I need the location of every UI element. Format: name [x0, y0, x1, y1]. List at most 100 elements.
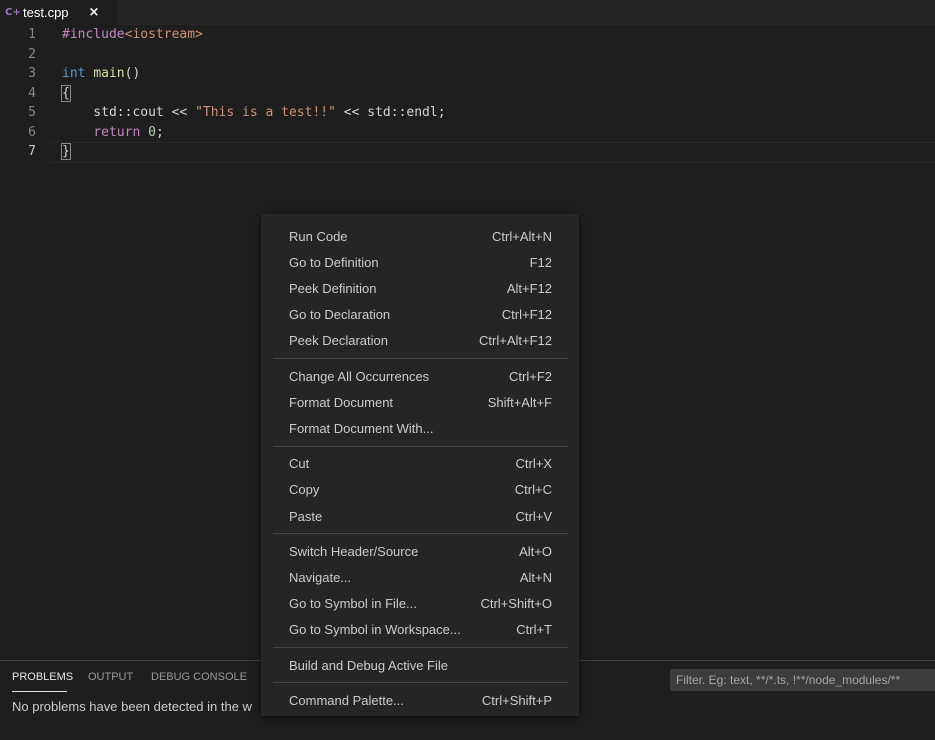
menu-item-label: Go to Definition	[289, 254, 379, 270]
line-number: 2	[28, 46, 36, 62]
menu-item-label: Go to Symbol in Workspace...	[289, 622, 461, 638]
code-token: << std::endl;	[335, 105, 446, 120]
code-token: "This is a test!!"	[195, 105, 336, 120]
code-token: }	[61, 143, 71, 160]
problems-message: No problems have been detected in the w	[12, 699, 252, 714]
tab-label: test.cpp	[23, 5, 69, 20]
active-tab-underline	[12, 691, 67, 692]
menu-item-command-palette[interactable]: Command Palette... Ctrl+Shift+P	[273, 687, 568, 713]
cpp-file-icon: C+	[5, 7, 21, 18]
menu-item-shortcut: Ctrl+Shift+P	[481, 692, 552, 708]
menu-item-peek-definition[interactable]: Peek Definition Alt+F12	[273, 275, 568, 301]
menu-item-go-to-symbol-in-workspace[interactable]: Go to Symbol in Workspace... Ctrl+T	[273, 617, 568, 643]
menu-item-shortcut: Ctrl+X	[515, 456, 552, 472]
code-token: std::cout <<	[62, 105, 196, 120]
menu-item-label: Go to Declaration	[289, 307, 391, 323]
line-number: 6	[28, 124, 36, 140]
code-line[interactable]: 3 int main()	[0, 64, 935, 84]
menu-item-shortcut: Ctrl+F2	[509, 368, 552, 384]
line-number: 5	[28, 105, 36, 120]
menu-item-go-to-symbol-in-file[interactable]: Go to Symbol in File... Ctrl+Shift+O	[273, 591, 568, 617]
menu-item-format-document[interactable]: Format Document Shift+Alt+F	[273, 389, 568, 415]
tab-problems[interactable]: PROBLEMS	[12, 671, 73, 683]
menu-item-shortcut: Ctrl+Alt+F12	[479, 333, 552, 349]
menu-item-label: Paste	[289, 508, 323, 524]
menu-item-shortcut: F12	[529, 254, 552, 270]
menu-item-shortcut: Ctrl+Alt+N	[492, 228, 552, 244]
menu-item-shortcut: Ctrl+V	[515, 508, 552, 524]
code-line[interactable]: 2	[0, 45, 935, 65]
menu-item-label: Format Document With...	[289, 420, 434, 436]
menu-item-label: Navigate...	[289, 569, 352, 585]
menu-item-shortcut: Alt+O	[519, 543, 552, 559]
menu-item-label: Command Palette...	[289, 692, 404, 708]
menu-item-shortcut: Alt+F12	[506, 280, 552, 296]
menu-item-label: Change All Occurrences	[289, 368, 430, 384]
menu-item-shortcut: Ctrl+F12	[501, 307, 552, 323]
line-number: 4	[28, 85, 36, 101]
menu-item-paste[interactable]: Paste Ctrl+V	[273, 503, 568, 529]
menu-separator	[273, 533, 568, 535]
menu-item-shortcut: Ctrl+C	[514, 482, 552, 498]
problems-filter-input[interactable]: Filter. Eg: text, **/*.ts, !**/node_modu…	[670, 669, 935, 691]
menu-item-peek-declaration[interactable]: Peek Declaration Ctrl+Alt+F12	[273, 328, 568, 354]
menu-item-go-to-definition[interactable]: Go to Definition F12	[273, 249, 568, 275]
line-number: 1	[28, 27, 36, 42]
close-icon[interactable]: ×	[89, 5, 100, 20]
code-line[interactable]: 7}	[0, 142, 935, 162]
menu-separator	[273, 445, 568, 447]
menu-item-cut[interactable]: Cut Ctrl+X	[273, 451, 568, 477]
tab-test-cpp[interactable]: C+ test.cpp ×	[0, 0, 118, 25]
menu-separator	[273, 682, 568, 684]
menu-item-run-code[interactable]: Run Code Ctrl+Alt+N	[273, 223, 568, 249]
menu-item-switch-header-source[interactable]: Switch Header/Source Alt+O	[273, 538, 568, 564]
code-text: }	[61, 142, 71, 162]
code-line[interactable]: 4{	[0, 84, 935, 104]
menu-item-shortcut: Ctrl+Shift+O	[480, 596, 552, 612]
code-text: #include<iostream>	[62, 25, 203, 45]
code-line[interactable]: 5 std::cout << "This is a test!!" << std…	[0, 103, 935, 123]
editor-context-menu: Run Code Ctrl+Alt+N Go to Definition F12 Pee…	[261, 214, 579, 716]
menu-item-go-to-declaration[interactable]: Go to Declaration Ctrl+F12	[273, 302, 568, 328]
tab-bar: C+ test.cpp ×	[0, 0, 935, 25]
menu-item-shortcut: Alt+N	[519, 569, 552, 585]
code-text: std::cout << "This is a test!!" << std::…	[62, 103, 446, 123]
menu-item-shortcut: Shift+Alt+F	[487, 394, 552, 410]
code-token: {	[61, 84, 71, 102]
menu-item-navigate[interactable]: Navigate... Alt+N	[273, 564, 568, 590]
menu-separator	[273, 358, 568, 359]
code-token: main	[93, 66, 125, 81]
tab-output[interactable]: OUTPUT	[88, 671, 133, 683]
code-text: int main()	[62, 64, 140, 84]
tab-debug-console[interactable]: DEBUG CONSOLE	[151, 671, 247, 683]
menu-item-label: Copy	[289, 482, 320, 498]
menu-item-label: Cut	[289, 456, 310, 472]
code-text: return 0;	[62, 123, 164, 143]
menu-item-label: Peek Declaration	[289, 333, 388, 349]
menu-separator	[273, 647, 568, 648]
menu-item-build-and-debug-active-file[interactable]: Build and Debug Active File	[273, 652, 568, 678]
code-line[interactable]: 1 #include<iostream>	[0, 25, 935, 45]
code-token: #include	[62, 27, 125, 42]
code-token: 0	[148, 124, 156, 140]
menu-item-copy[interactable]: Copy Ctrl+C	[273, 477, 568, 503]
code-text: {	[61, 84, 71, 104]
menu-item-label: Run Code	[289, 228, 348, 244]
menu-item-label: Switch Header/Source	[289, 543, 419, 559]
code-token: ;	[155, 124, 164, 140]
menu-item-label: Peek Definition	[289, 280, 377, 296]
menu-item-label: Build and Debug Active File	[289, 657, 448, 673]
code-line[interactable]: 6 return 0;	[0, 123, 935, 143]
menu-item-shortcut: Ctrl+T	[516, 622, 552, 638]
line-number: 7	[28, 144, 36, 159]
code-token: int	[62, 66, 86, 81]
line-number: 3	[28, 66, 36, 81]
menu-item-change-all-occurrences[interactable]: Change All Occurrences Ctrl+F2	[273, 363, 568, 389]
code-token: ()	[124, 66, 141, 81]
menu-item-format-document-with[interactable]: Format Document With...	[273, 415, 568, 441]
menu-item-label: Go to Symbol in File...	[289, 596, 417, 612]
code-token: return	[93, 124, 141, 140]
menu-item-label: Format Document	[289, 394, 394, 410]
